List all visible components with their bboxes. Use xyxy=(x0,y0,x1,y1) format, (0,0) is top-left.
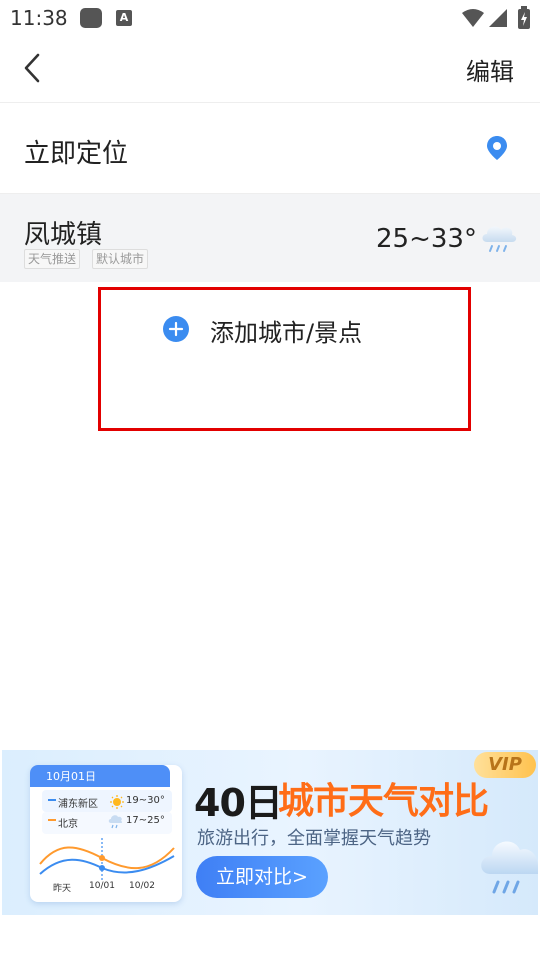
series-swatch-orange xyxy=(48,819,56,821)
card-temp: 17~25° xyxy=(126,815,165,826)
card-x-label: 10/01 xyxy=(89,881,115,891)
banner-title-highlight: 城市天气对比 xyxy=(278,781,489,822)
cloud-rain-icon xyxy=(481,841,538,894)
sun-icon xyxy=(110,795,124,809)
status-time: 11:38 xyxy=(10,6,68,30)
back-button[interactable] xyxy=(18,48,54,88)
card-date: 10月01日 xyxy=(46,770,96,783)
trend-chart xyxy=(39,838,175,880)
cloud-rain-icon xyxy=(482,226,517,252)
locate-now-row[interactable]: 立即定位 xyxy=(0,103,540,193)
card-city: 北京 xyxy=(58,819,78,830)
compare-now-button[interactable]: 立即对比> xyxy=(196,856,328,898)
wifi-icon xyxy=(462,9,484,27)
vip-badge: VIP xyxy=(474,752,536,778)
card-x-label: 10/02 xyxy=(129,881,155,891)
card-temp: 19~30° xyxy=(126,795,165,806)
cloud-rain-icon xyxy=(108,815,123,829)
locate-now-label: 立即定位 xyxy=(24,139,129,169)
weather-push-tag: 天气推送 xyxy=(24,249,81,269)
banner-title-prefix: 40日 xyxy=(194,781,283,825)
default-city-tag: 默认城市 xyxy=(92,249,149,269)
temperature-range: 25~33° xyxy=(376,224,477,254)
signal-icon xyxy=(489,9,507,27)
location-pin-icon[interactable] xyxy=(484,134,510,162)
card-x-label: 昨天 xyxy=(53,884,72,894)
chevron-left-icon xyxy=(24,53,40,83)
edit-button[interactable]: 编辑 xyxy=(466,52,514,87)
highlight-box xyxy=(98,287,471,431)
series-swatch-blue xyxy=(48,799,56,801)
text-app-icon: A xyxy=(116,10,132,26)
battery-icon xyxy=(518,6,530,29)
card-city: 浦东新区 xyxy=(58,799,98,810)
banner-subtitle: 旅游出行，全面掌握天气趋势 xyxy=(197,828,431,849)
notification-app-icon xyxy=(80,8,102,28)
city-name: 凤城镇 xyxy=(24,220,103,250)
